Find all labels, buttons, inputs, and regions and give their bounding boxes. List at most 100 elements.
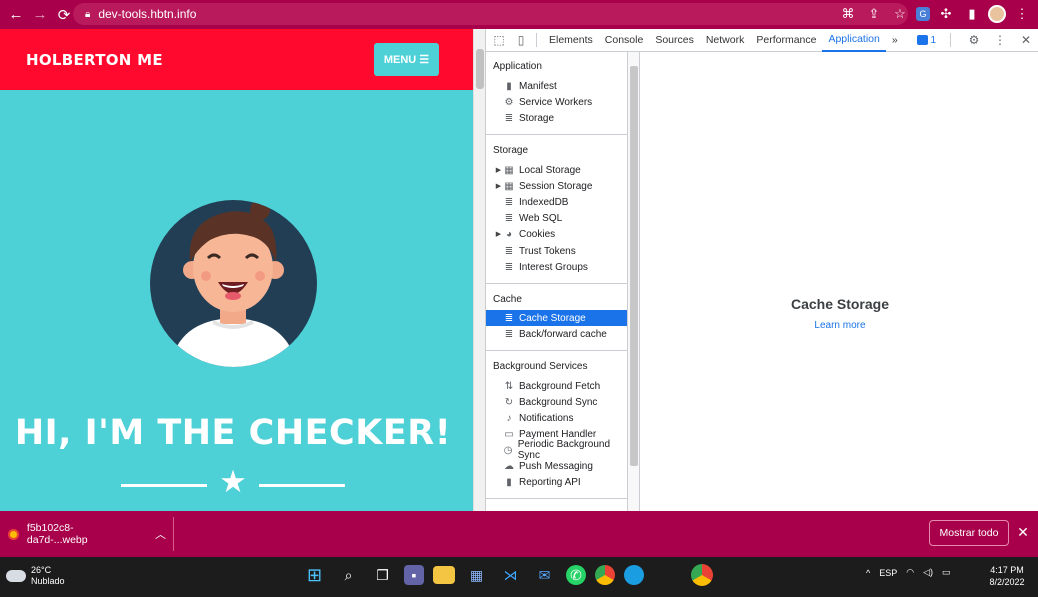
menu-button[interactable]: MENU ☰ — [374, 43, 439, 76]
side-panel-icon[interactable]: ▮ — [962, 4, 982, 24]
sidebar-item-indexeddb[interactable]: ≣ IndexedDB — [486, 194, 627, 210]
expand-arrow-icon[interactable]: ▶ — [494, 182, 503, 190]
tab-sources[interactable]: Sources — [649, 29, 700, 52]
forward-icon[interactable]: → — [28, 3, 52, 27]
sidebar-scrollbar[interactable] — [628, 52, 640, 511]
translate-icon[interactable]: ⌘ — [838, 4, 858, 24]
sidebar-item-label: Manifest — [519, 80, 557, 92]
issues-badge[interactable]: 1 — [913, 32, 940, 48]
download-bar: f5b102c8-da7d-...webp ︿ Mostrar todo ✕ — [0, 511, 1038, 557]
sidebar-item-trust-tokens[interactable]: ≣ Trust Tokens — [486, 243, 627, 259]
inspect-element-icon[interactable]: ⬚ — [490, 31, 508, 49]
tab-elements[interactable]: Elements — [543, 29, 599, 52]
issues-count: 1 — [930, 34, 936, 46]
whatsapp-icon[interactable]: ✆ — [566, 565, 586, 585]
sidebar-item-reporting-api[interactable]: ▮ Reporting API — [486, 474, 627, 490]
tab-network[interactable]: Network — [700, 29, 751, 52]
database-icon: ≣ — [504, 328, 514, 340]
bell-icon: ♪ — [506, 412, 512, 424]
sidebar-item-manifest[interactable]: ▮ Manifest — [486, 78, 627, 94]
sidebar-item-background-sync[interactable]: ↻ Background Sync — [486, 394, 627, 410]
weather-widget[interactable]: 26°C Nublado — [6, 565, 65, 587]
sidebar-item-interest-groups[interactable]: ≣ Interest Groups — [486, 259, 627, 275]
database-icon: ≣ — [504, 245, 514, 257]
sidebar-item-label: Notifications — [519, 412, 574, 424]
sidebar-item-local-storage[interactable]: ▶ ▦ Local Storage — [486, 162, 627, 178]
start-windows-icon[interactable]: ⊞ — [302, 563, 327, 588]
sidebar-item-storage[interactable]: ≣ Storage — [486, 110, 627, 126]
download-item[interactable]: f5b102c8-da7d-...webp ︿ — [8, 522, 166, 546]
hero-title: HI, I'M THE CHECKER! — [14, 413, 452, 453]
application-sidebar: Application ▮ Manifest ⚙ Service Workers… — [486, 52, 628, 511]
settings-gear-icon[interactable]: ⚙ — [965, 31, 983, 49]
close-icon[interactable]: ✕ — [1017, 31, 1035, 49]
search-icon[interactable]: ⌕ — [336, 563, 361, 588]
sidebar-item-notifications[interactable]: ♪ Notifications — [486, 410, 627, 426]
sidebar-item-cache-storage[interactable]: ≣ Cache Storage — [486, 310, 627, 326]
website-scrollbar[interactable] — [473, 29, 485, 511]
sidebar-item-cookies[interactable]: ▶ ◕ Cookies — [486, 226, 627, 242]
sidebar-item-label: Background Sync — [519, 396, 598, 408]
website-scrollbar-thumb[interactable] — [476, 49, 484, 89]
taskbar-clock[interactable]: 4:17 PM 8/2/2022 — [982, 564, 1032, 588]
more-tabs-icon[interactable]: » — [886, 29, 904, 52]
sidebar-item-back-forward-cache[interactable]: ≣ Back/forward cache — [486, 326, 627, 342]
chevron-up-icon[interactable]: ︿ — [155, 526, 166, 542]
cloud-icon — [6, 570, 26, 582]
back-icon[interactable]: ← — [4, 3, 28, 27]
share-icon[interactable]: ⇪ — [864, 4, 884, 24]
extension-translate-icon[interactable]: G — [916, 7, 930, 21]
expand-arrow-icon[interactable]: ▶ — [494, 166, 503, 174]
gear-icon: ⚙ — [504, 96, 514, 108]
battery-icon[interactable]: ▭ — [942, 567, 951, 578]
chrome-icon[interactable] — [595, 565, 615, 585]
site-header: HOLBERTON ME MENU ☰ — [0, 29, 473, 90]
sidebar-item-push-messaging[interactable]: ☁ Push Messaging — [486, 458, 627, 474]
sidebar-item-periodic-background-sync[interactable]: ◷ Periodic Background Sync — [486, 439, 627, 461]
sidebar-item-background-fetch[interactable]: ⇅ Background Fetch — [486, 378, 627, 394]
extensions-puzzle-icon[interactable]: ✣ — [936, 4, 956, 24]
learn-more-link[interactable]: Learn more — [641, 320, 1038, 331]
language-indicator[interactable]: ESP — [879, 568, 897, 578]
grid-icon: ▦ — [504, 164, 514, 176]
chrome-profile-icon[interactable] — [691, 564, 713, 586]
volume-icon[interactable]: ◁) — [923, 567, 933, 578]
sidebar-item-web-sql[interactable]: ≣ Web SQL — [486, 210, 627, 226]
file-explorer-icon[interactable] — [433, 566, 455, 584]
temperature: 26°C — [31, 565, 52, 575]
store-icon[interactable]: ▦ — [464, 563, 489, 588]
kebab-menu-icon[interactable]: ⋮ — [1012, 4, 1032, 24]
url-text: dev-tools.hbtn.info — [98, 7, 197, 21]
show-all-button[interactable]: Mostrar todo — [929, 520, 1009, 546]
address-bar[interactable]: 🔒︎ dev-tools.hbtn.info — [73, 3, 908, 25]
section-title-application: Application — [493, 61, 542, 72]
teams-chat-icon[interactable]: ▪ — [404, 565, 424, 585]
database-icon: ≣ — [504, 312, 514, 324]
tab-application[interactable]: Application — [822, 29, 886, 52]
vscode-icon[interactable]: ⋊ — [498, 563, 523, 588]
profile-avatar[interactable] — [988, 5, 1006, 23]
section-divider — [486, 350, 627, 351]
more-options-icon[interactable]: ⋮ — [991, 31, 1009, 49]
sidebar-item-session-storage[interactable]: ▶ ▦ Session Storage — [486, 178, 627, 194]
chevron-up-icon[interactable]: ^ — [866, 568, 870, 578]
close-icon[interactable]: ✕ — [1016, 524, 1030, 542]
database-icon: ≣ — [504, 112, 514, 124]
device-toolbar-icon[interactable]: ▯ — [512, 31, 530, 49]
mail-icon[interactable]: ✉ — [532, 563, 557, 588]
tab-console[interactable]: Console — [599, 29, 650, 52]
bookmark-star-icon[interactable]: ☆ — [890, 4, 910, 24]
edge-icon[interactable] — [624, 565, 644, 585]
sidebar-item-label: Trust Tokens — [519, 245, 576, 257]
wifi-icon[interactable]: ◠ — [906, 567, 914, 578]
sidebar-scrollbar-thumb[interactable] — [630, 66, 638, 466]
grid-icon: ▦ — [504, 180, 514, 192]
expand-arrow-icon[interactable]: ▶ — [494, 230, 503, 238]
section-divider — [486, 134, 627, 135]
task-view-icon[interactable]: ❐ — [370, 563, 395, 588]
sidebar-item-service-workers[interactable]: ⚙ Service Workers — [486, 94, 627, 110]
tab-performance[interactable]: Performance — [750, 29, 822, 52]
site-logo[interactable]: HOLBERTON ME — [26, 51, 163, 69]
lock-icon[interactable]: 🔒︎ — [85, 9, 90, 20]
browser-toolbar: ← → ⟳ 🔒︎ dev-tools.hbtn.info ⌘ ⇪ ☆ G ✣ ▮… — [0, 0, 1038, 29]
